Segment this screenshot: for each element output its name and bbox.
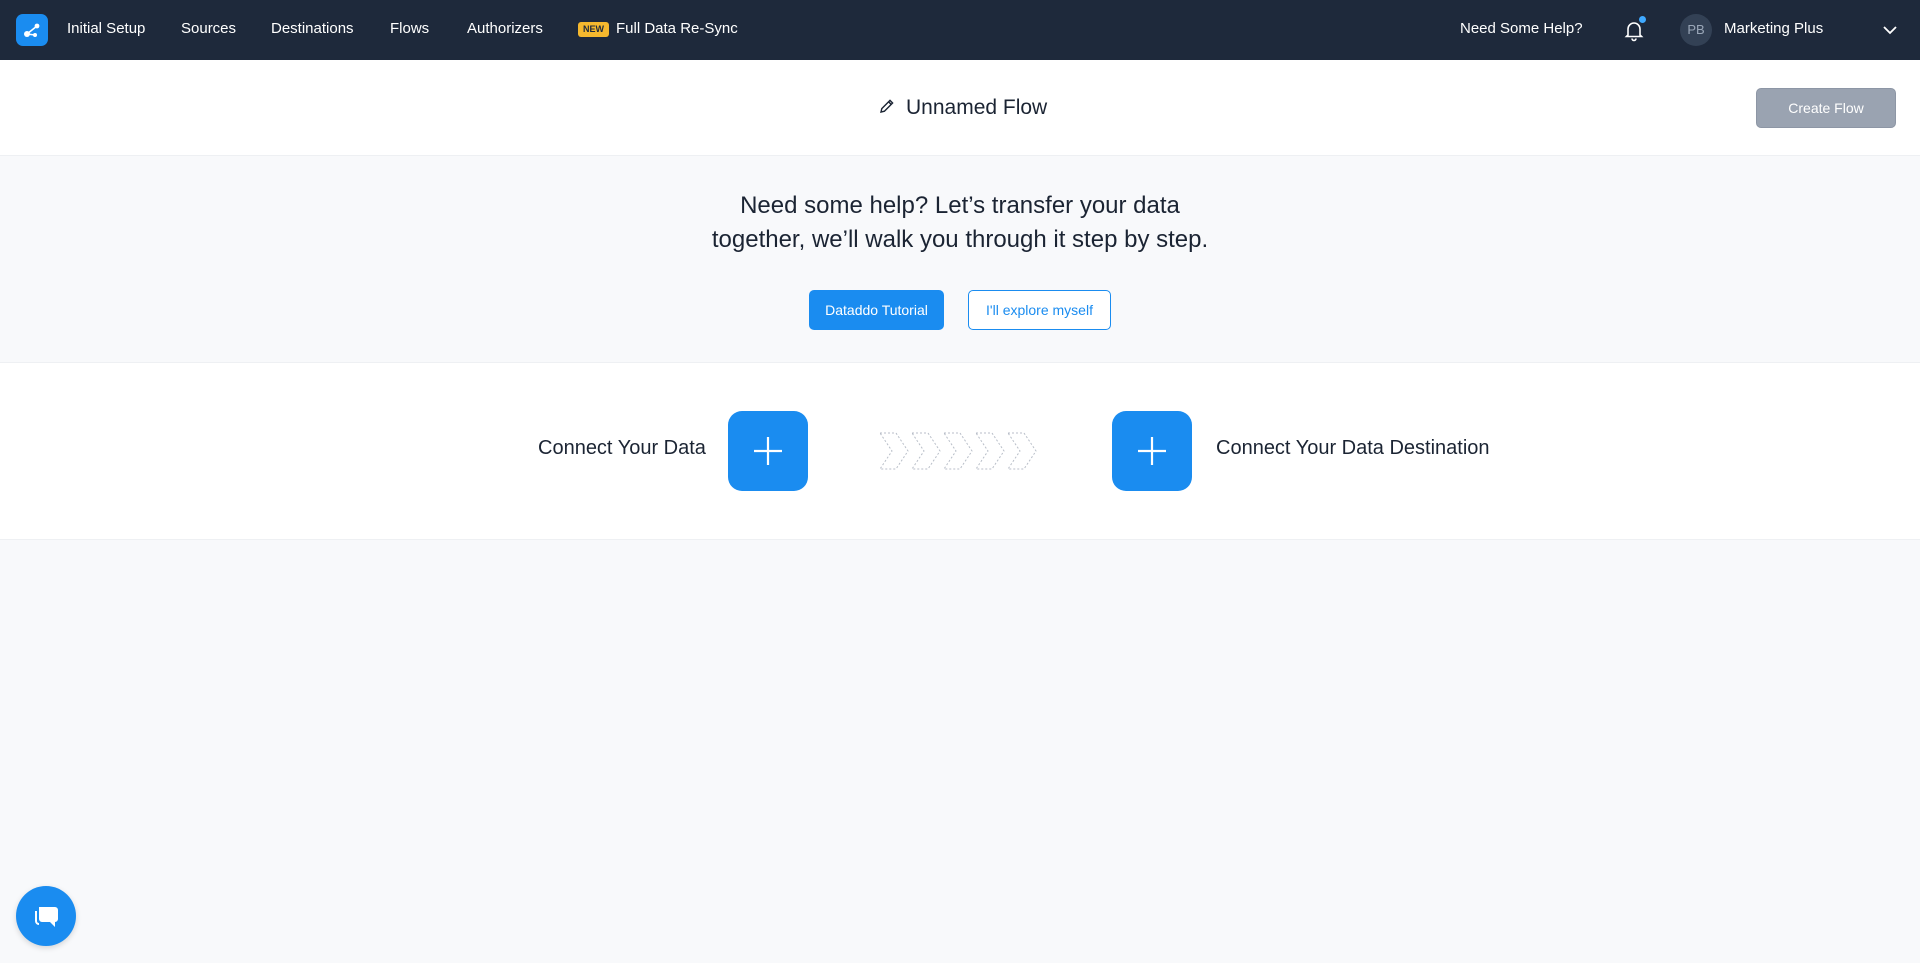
help-banner: Need some help? Let’s transfer your data… [0, 156, 1920, 363]
top-navigation: Initial Setup Sources Destinations Flows… [0, 0, 1920, 60]
notification-dot [1639, 16, 1646, 23]
plus-icon [754, 437, 782, 465]
flow-title[interactable]: Unnamed Flow [906, 96, 1047, 120]
chat-bubble-icon [35, 907, 58, 927]
nav-full-data-resync[interactable]: Full Data Re-Sync [616, 0, 738, 60]
flow-arrows-icon [878, 431, 1042, 471]
pencil-icon[interactable] [878, 97, 896, 120]
dataddo-tutorial-button[interactable]: Dataddo Tutorial [809, 290, 944, 330]
need-help-link[interactable]: Need Some Help? [1460, 0, 1583, 60]
connect-source-label: Connect Your Data [538, 437, 706, 459]
account-name[interactable]: Marketing Plus [1724, 0, 1823, 60]
dataddo-logo-icon[interactable] [16, 14, 48, 46]
new-badge: NEW [578, 22, 609, 37]
help-text-line-1: Need some help? Let’s transfer your data [740, 192, 1180, 219]
flow-header: Unnamed Flow Create Flow [0, 60, 1920, 156]
chat-support-button[interactable] [16, 886, 76, 946]
flow-title-editor[interactable]: Unnamed Flow [878, 96, 1047, 120]
nav-destinations[interactable]: Destinations [271, 0, 354, 60]
nav-authorizers[interactable]: Authorizers [467, 0, 543, 60]
nav-initial-setup[interactable]: Initial Setup [67, 0, 145, 60]
notifications-bell-icon[interactable] [1620, 16, 1648, 44]
create-flow-button[interactable]: Create Flow [1756, 88, 1896, 128]
add-destination-button[interactable] [1112, 411, 1192, 491]
chevron-down-icon[interactable] [1880, 20, 1900, 40]
help-text-line-2: together, we’ll walk you through it step… [711, 226, 1209, 253]
nav-flows[interactable]: Flows [390, 0, 429, 60]
flow-builder: Connect Your Data Connect Your Data Dest… [0, 363, 1920, 540]
nav-sources[interactable]: Sources [181, 0, 236, 60]
explore-myself-button[interactable]: I'll explore myself [968, 290, 1111, 330]
add-source-button[interactable] [728, 411, 808, 491]
plus-icon [1138, 437, 1166, 465]
connect-destination-label: Connect Your Data Destination [1216, 437, 1490, 459]
avatar[interactable]: PB [1680, 14, 1712, 46]
